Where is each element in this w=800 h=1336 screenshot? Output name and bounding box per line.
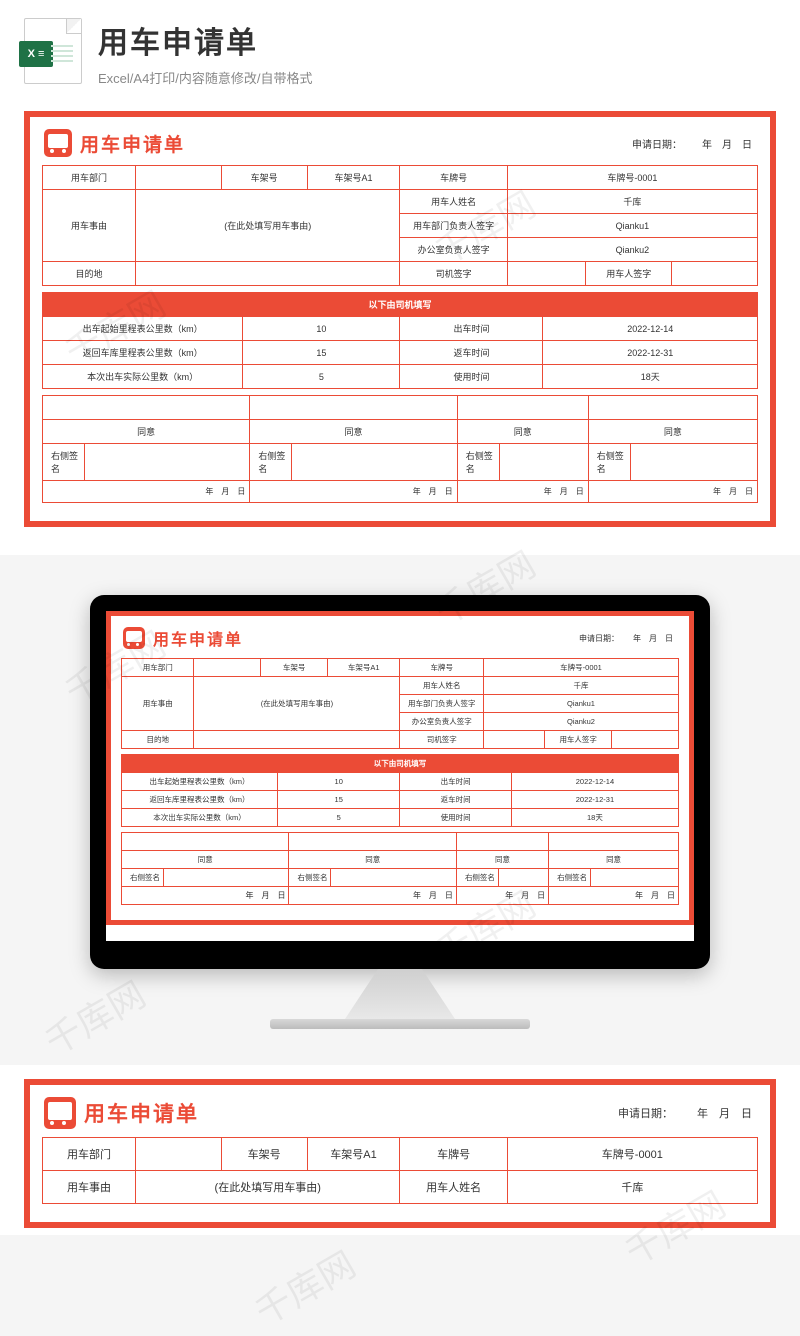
approval-sig-label-1: 右侧签名 bbox=[250, 444, 292, 481]
page-title: 用车申请单 bbox=[98, 18, 313, 62]
approval-consent-0: 同意 bbox=[43, 420, 250, 444]
driver-r0-l: 出车起始里程表公里数（km） bbox=[43, 317, 243, 341]
basic-info-table: 用车部门 车架号 车架号A1 车牌号 车牌号-0001 用车事由 (在此处填写用… bbox=[42, 165, 758, 286]
user-name-value: 千库 bbox=[507, 190, 757, 214]
approval-h0: 行政部门审核意见 bbox=[43, 396, 250, 420]
user-sign-value bbox=[672, 262, 758, 286]
apply-date-label: 申请日期： bbox=[632, 136, 682, 151]
monitor-mockup: 用车申请单 申请日期： 年 月 日 用车部门 车架号 车架号A1 bbox=[90, 595, 710, 969]
approval-sig-1 bbox=[292, 444, 457, 481]
apply-date-value: 年 月 日 bbox=[702, 136, 752, 151]
page-header: X ≡ 用车申请单 Excel/A4打印/内容随意修改/自带格式 bbox=[0, 0, 800, 97]
driver-r2-l: 本次出车实际公里数（km） bbox=[43, 365, 243, 389]
frame-value: 车架号A1 bbox=[307, 166, 400, 190]
bottom-crop-preview: 用车申请单 申请日期： 年 月 日 用车部门 车架号 车架号A1 车牌号 车牌号… bbox=[0, 1065, 800, 1235]
page-subtitle: Excel/A4打印/内容随意修改/自带格式 bbox=[98, 68, 313, 87]
office-head-sign-value: Qianku2 bbox=[507, 238, 757, 262]
driver-r0-rv: 2022-12-14 bbox=[543, 317, 758, 341]
user-sign-label: 用车人签字 bbox=[586, 262, 672, 286]
excel-badge-icon: X ≡ bbox=[19, 41, 53, 67]
frame-label: 车架号 bbox=[221, 166, 307, 190]
monitor-stand bbox=[345, 969, 455, 1019]
driver-r0-r: 出车时间 bbox=[400, 317, 543, 341]
driver-r2-r: 使用时间 bbox=[400, 365, 543, 389]
watermark: 千库网 bbox=[244, 1236, 364, 1335]
office-head-sign-label: 办公室负责人签字 bbox=[400, 238, 507, 262]
approvals-table: 行政部门审核意见 财务部门审核意见 副总审核意见 总经理审核意见 同意 同意 同… bbox=[42, 395, 758, 503]
plate-label: 车牌号 bbox=[400, 166, 507, 190]
dept-head-sign-value: Qianku1 bbox=[507, 214, 757, 238]
driver-sign-label: 司机签字 bbox=[400, 262, 507, 286]
driver-fill-table: 以下由司机填写 出车起始里程表公里数（km） 10 出车时间 2022-12-1… bbox=[42, 292, 758, 389]
apply-date-label: 申请日期： bbox=[579, 633, 619, 644]
dept-value bbox=[135, 166, 221, 190]
approval-date-0: 年 月 日 bbox=[43, 481, 250, 503]
approval-h3: 总经理审核意见 bbox=[588, 396, 757, 420]
approval-h2: 副总审核意见 bbox=[457, 396, 588, 420]
driver-r2-lv: 5 bbox=[243, 365, 400, 389]
bus-icon bbox=[123, 627, 145, 649]
driver-r1-r: 返车时间 bbox=[400, 341, 543, 365]
approval-sig-label-0: 右侧签名 bbox=[43, 444, 85, 481]
approval-date-1: 年 月 日 bbox=[250, 481, 457, 503]
approval-sig-label-3: 右侧签名 bbox=[588, 444, 630, 481]
form-title: 用车申请单 bbox=[84, 1098, 199, 1128]
approval-sig-label-2: 右侧签名 bbox=[457, 444, 499, 481]
form-title: 用车申请单 bbox=[80, 130, 185, 157]
dept-label: 用车部门 bbox=[43, 166, 136, 190]
bus-icon bbox=[44, 129, 72, 157]
monitor-base bbox=[270, 1019, 530, 1029]
driver-r2-rv: 18天 bbox=[543, 365, 758, 389]
approval-sig-3 bbox=[630, 444, 757, 481]
driver-r1-l: 返回车库里程表公里数（km） bbox=[43, 341, 243, 365]
reason-placeholder: (在此处填写用车事由) bbox=[135, 190, 400, 262]
form-title: 用车申请单 bbox=[153, 626, 243, 650]
driver-r1-rv: 2022-12-31 bbox=[543, 341, 758, 365]
approval-date-3: 年 月 日 bbox=[588, 481, 757, 503]
bus-icon bbox=[44, 1097, 76, 1129]
approval-consent-3: 同意 bbox=[588, 420, 757, 444]
user-name-label: 用车人姓名 bbox=[400, 190, 507, 214]
driver-r1-lv: 15 bbox=[243, 341, 400, 365]
approval-h1: 财务部门审核意见 bbox=[250, 396, 457, 420]
approval-sig-0 bbox=[85, 444, 250, 481]
dest-label: 目的地 bbox=[43, 262, 136, 286]
apply-date-value: 年 月 日 bbox=[697, 1105, 752, 1121]
approval-sig-2 bbox=[499, 444, 588, 481]
approval-date-2: 年 月 日 bbox=[457, 481, 588, 503]
driver-sign-value bbox=[507, 262, 586, 286]
driver-section-title: 以下由司机填写 bbox=[43, 293, 758, 317]
approval-consent-2: 同意 bbox=[457, 420, 588, 444]
excel-file-icon: X ≡ bbox=[24, 18, 82, 84]
dept-head-sign-label: 用车部门负责人签字 bbox=[400, 214, 507, 238]
approval-consent-1: 同意 bbox=[250, 420, 457, 444]
driver-r0-lv: 10 bbox=[243, 317, 400, 341]
apply-date-label: 申请日期： bbox=[618, 1105, 673, 1121]
vehicle-request-form: 用车申请单 申请日期： 年 月 日 用车部门 车架号 车架号A1 车牌号 车牌号… bbox=[24, 111, 776, 527]
apply-date-value: 年 月 日 bbox=[633, 633, 673, 644]
reason-label: 用车事由 bbox=[43, 190, 136, 262]
dest-value bbox=[135, 262, 400, 286]
plate-value: 车牌号-0001 bbox=[507, 166, 757, 190]
